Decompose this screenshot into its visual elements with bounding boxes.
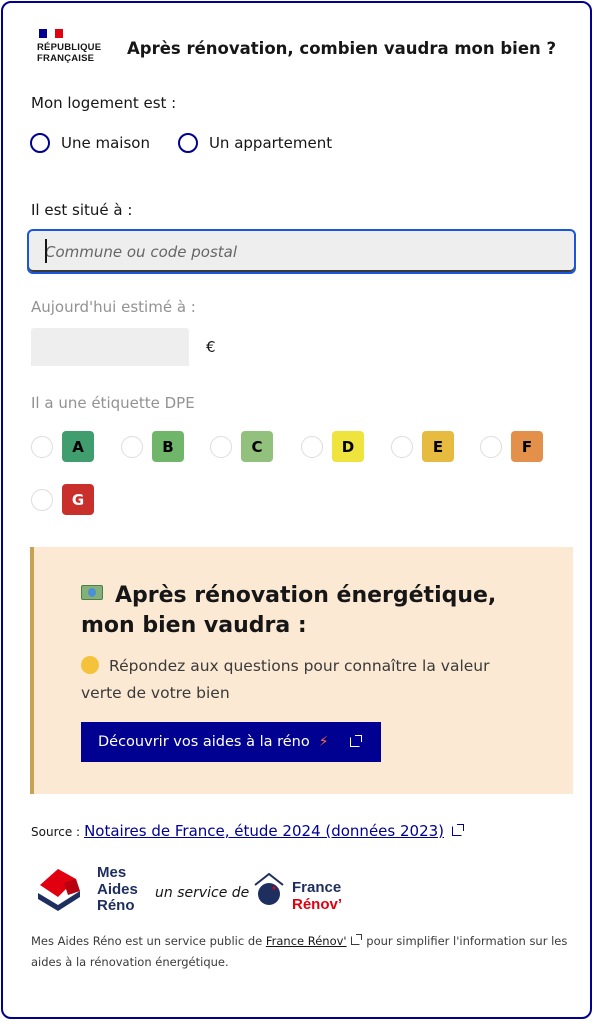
flag-icon [39,29,63,38]
service-text: un service de [155,885,250,901]
dpe-option-e[interactable]: E [391,431,454,462]
radio-option-appartement[interactable]: Un appartement [177,133,333,153]
dpe-badge-e: E [422,431,454,462]
dpe-radio[interactable] [210,435,232,458]
discover-aids-button[interactable]: Découvrir vos aides à la réno ⚡ [81,722,381,762]
estimate-input[interactable] [31,328,189,366]
radio-option-maison[interactable]: Une maison [30,133,150,153]
dpe-option-a[interactable]: A [31,431,94,462]
lightning-icon: ⚡ [318,734,329,750]
france-renov-link[interactable]: France Rénov' [266,934,347,948]
mes-aides-reno-wordmark: Mes Aides Réno [97,864,138,914]
estimate-label: Aujourd'hui estimé à : [31,298,196,316]
widget-frame: RÉPUBLIQUE FRANÇAISE Après rénovation, c… [1,1,592,1019]
mes-aides-reno-logo-icon [38,869,80,911]
dpe-badge-c: C [241,431,273,462]
dpe-radio[interactable] [121,435,143,458]
page-title: Après rénovation, combien vaudra mon bie… [127,39,557,58]
source-link[interactable]: Notaires de France, étude 2024 (données … [84,822,444,840]
dpe-option-g[interactable]: G [31,484,94,515]
callout-title: Après rénovation énergétique, mon bien v… [81,581,521,641]
thinking-face-icon [81,656,99,674]
dpe-option-c[interactable]: C [210,431,273,462]
dpe-badge-b: B [152,431,184,462]
result-callout: Après rénovation énergétique, mon bien v… [30,547,573,794]
france-renov-line1: France [292,879,342,896]
discover-aids-label: Découvrir vos aides à la réno [98,734,310,750]
radio-appartement[interactable] [177,133,198,153]
text-caret [45,239,47,263]
dpe-radio[interactable] [391,435,413,458]
france-renov-logo-icon [254,872,284,905]
footnote: Mes Aides Réno est un service public de … [31,931,576,973]
location-input[interactable] [27,229,576,274]
currency-symbol: € [206,338,216,356]
france-renov-wordmark: France Rénov’ [292,879,342,913]
callout-text: Répondez aux questions pour connaître la… [81,653,511,707]
dpe-option-b[interactable]: B [121,431,184,462]
housing-radio-group: Une maison Un appartement [30,133,360,153]
radio-label-appartement: Un appartement [208,134,333,152]
external-link-icon [350,934,362,945]
republique-francaise-logo: RÉPUBLIQUE FRANÇAISE [37,29,107,64]
callout-title-text: Après rénovation énergétique, mon bien v… [81,583,497,638]
source-line: Source : Notaires de France, étude 2024 … [31,822,465,840]
dpe-option-d[interactable]: D [301,431,364,462]
callout-text-body: Répondez aux questions pour connaître la… [81,657,490,702]
dpe-badge-d: D [332,431,364,462]
dpe-radio[interactable] [31,435,53,458]
radio-label-maison: Une maison [61,134,150,152]
footnote-before: Mes Aides Réno est un service public de [31,934,263,948]
logo-text: RÉPUBLIQUE FRANÇAISE [37,42,102,64]
dpe-badge-a: A [62,431,94,462]
france-renov-line2: Rénov’ [292,896,343,913]
dpe-badge-f: F [511,431,543,462]
dpe-radio[interactable] [480,435,502,458]
branding-logos: Mes Aides Réno un service de France Rénov… [36,859,376,921]
source-prefix: Source : [31,825,81,839]
external-link-icon [349,735,362,747]
header: RÉPUBLIQUE FRANÇAISE Après rénovation, c… [37,29,577,69]
radio-maison[interactable] [30,133,50,153]
dpe-option-f[interactable]: F [480,431,543,462]
dpe-radio[interactable] [301,435,323,458]
money-icon [81,585,103,600]
housing-label: Mon logement est : [31,94,177,112]
dpe-label: Il a une étiquette DPE [31,394,195,412]
dpe-badge-g: G [62,484,94,515]
external-link-icon [452,824,465,836]
dpe-radio[interactable] [31,488,53,511]
location-label: Il est situé à : [31,201,133,219]
